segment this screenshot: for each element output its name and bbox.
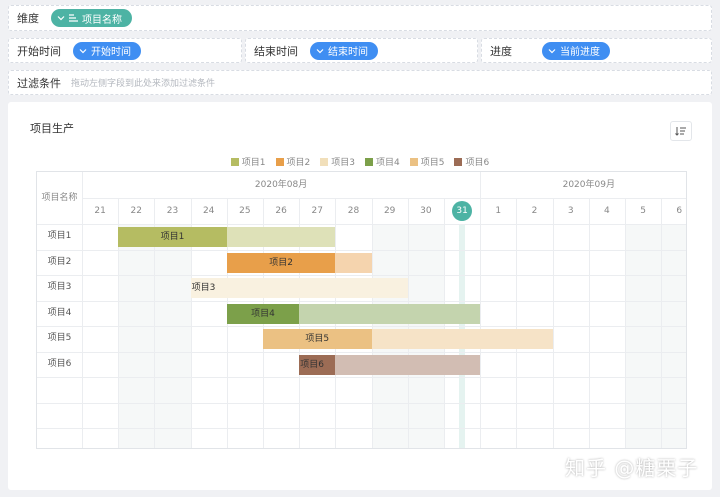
- start-time-label: 开始时间: [17, 44, 61, 58]
- progress-pill-label: 当前进度: [560, 47, 600, 58]
- end-time-pill-label: 结束时间: [328, 47, 368, 58]
- grid-line: [625, 198, 626, 448]
- legend-swatch: [320, 157, 329, 166]
- weekend-band: [625, 224, 686, 448]
- day-label: 25: [239, 206, 251, 216]
- row-label: 项目1: [47, 231, 72, 241]
- progress-label: 进度: [490, 44, 512, 58]
- grid-line: [552, 198, 554, 448]
- filter-label: 过滤条件: [17, 76, 61, 90]
- day-label: 23: [166, 206, 179, 216]
- legend-item[interactable]: 项目4: [365, 155, 400, 168]
- month-label: 2020年09月: [562, 180, 615, 190]
- today-marker: 31: [452, 201, 473, 221]
- legend-label: 项目1: [241, 158, 266, 168]
- end-time-pill[interactable]: 结束时间: [310, 41, 378, 60]
- sort-button[interactable]: [670, 121, 692, 141]
- grid-line: [371, 198, 373, 448]
- day-label: 6: [676, 206, 683, 216]
- chevron-down-icon: [57, 16, 65, 21]
- legend-item[interactable]: 项目1: [230, 155, 266, 168]
- legend-label: 项目3: [331, 158, 355, 168]
- legend-label: 项目5: [420, 158, 445, 168]
- chevron-down-icon: [79, 48, 87, 53]
- legend-swatch: [409, 157, 418, 166]
- legend-swatch: [275, 157, 284, 166]
- chart-legend: 项目1 项目2 项目3 项目4 项目5 项目6: [8, 155, 712, 168]
- day-label: 27: [311, 206, 323, 216]
- row-header: 项目名称: [41, 193, 78, 203]
- row-label: 项目3: [47, 282, 72, 292]
- day-label: 2: [531, 206, 538, 216]
- start-time-pill-label: 开始时间: [91, 47, 131, 58]
- row-label: 项目2: [47, 256, 72, 267]
- dimension-row: 维度 项目名称: [8, 5, 712, 31]
- day-label: 1: [495, 206, 502, 216]
- month-label: 2020年08月: [254, 180, 308, 190]
- grid-line: [588, 198, 590, 448]
- legend-label: 项目6: [465, 158, 490, 168]
- task-bar-label: 项目2: [269, 257, 293, 268]
- chevron-down-icon: [316, 48, 324, 53]
- day-label: 21: [94, 206, 106, 216]
- start-time-row: 开始时间 开始时间: [8, 38, 242, 63]
- row-label: 项目5: [47, 333, 72, 343]
- grid-line: [335, 198, 337, 448]
- dimension-pill[interactable]: 项目名称: [51, 9, 132, 27]
- legend-label: 项目2: [286, 158, 311, 168]
- gantt-card: 项目生产 项目1 项目2 项目3 项目4 项目5 项目6 项目名称 2020年08月 2020…: [8, 102, 712, 490]
- dimension-pill-label: 项目名称: [82, 14, 122, 26]
- grid-line: [661, 198, 663, 448]
- day-label: 29: [383, 206, 396, 216]
- task-bar-label: 项目4: [251, 308, 275, 319]
- day-label: 5: [640, 206, 646, 216]
- day-label: 26: [275, 206, 287, 216]
- day-label: 28: [347, 206, 360, 216]
- day-label: 4: [604, 206, 610, 216]
- progress-row: 进度 当前进度: [481, 38, 712, 63]
- gantt-chart: 项目名称 2020年08月 2020年09月 21 22 23 24 25 26 27 28 29 30…: [36, 171, 687, 449]
- task-bar-label: 项目3: [191, 283, 216, 293]
- chevron-down-icon: [548, 48, 556, 53]
- end-time-row: 结束时间 结束时间: [245, 38, 478, 63]
- legend-item[interactable]: 项目6: [454, 155, 489, 168]
- filter-hint: 拖动左侧字段到此处来添加过滤条件: [71, 79, 216, 89]
- legend-swatch: [230, 157, 239, 166]
- grid-line: [407, 198, 409, 448]
- chart-title: 项目生产: [30, 122, 74, 135]
- grid-line: [516, 198, 518, 448]
- legend-swatch: [454, 157, 463, 166]
- watermark: 知乎 @糖栗子: [565, 456, 699, 480]
- legend-label: 项目4: [376, 158, 400, 168]
- row-label: 项目6: [47, 358, 72, 369]
- filter-row[interactable]: 过滤条件 拖动左侧字段到此处来添加过滤条件: [8, 70, 712, 95]
- task-bar-label: 项目6: [300, 359, 324, 370]
- dimension-label: 维度: [17, 12, 39, 25]
- sort-icon: [675, 127, 686, 136]
- legend-item[interactable]: 项目2: [275, 155, 311, 168]
- day-label: 22: [130, 206, 142, 216]
- day-label: 30: [420, 206, 432, 216]
- legend-item[interactable]: 项目3: [320, 155, 355, 168]
- day-label: 3: [567, 206, 574, 216]
- legend-swatch: [365, 157, 373, 166]
- task-bar-label: 项目5: [305, 334, 330, 344]
- legend-item[interactable]: 项目5: [409, 155, 445, 168]
- dimension-field-icon: [69, 14, 78, 22]
- grid-line: [444, 198, 445, 448]
- start-time-pill[interactable]: 开始时间: [73, 41, 141, 60]
- progress-pill[interactable]: 当前进度: [542, 41, 610, 60]
- end-time-label: 结束时间: [254, 44, 298, 58]
- task-bar-label: 项目1: [160, 232, 185, 242]
- row-label: 项目4: [47, 307, 72, 318]
- day-label: 24: [202, 206, 215, 216]
